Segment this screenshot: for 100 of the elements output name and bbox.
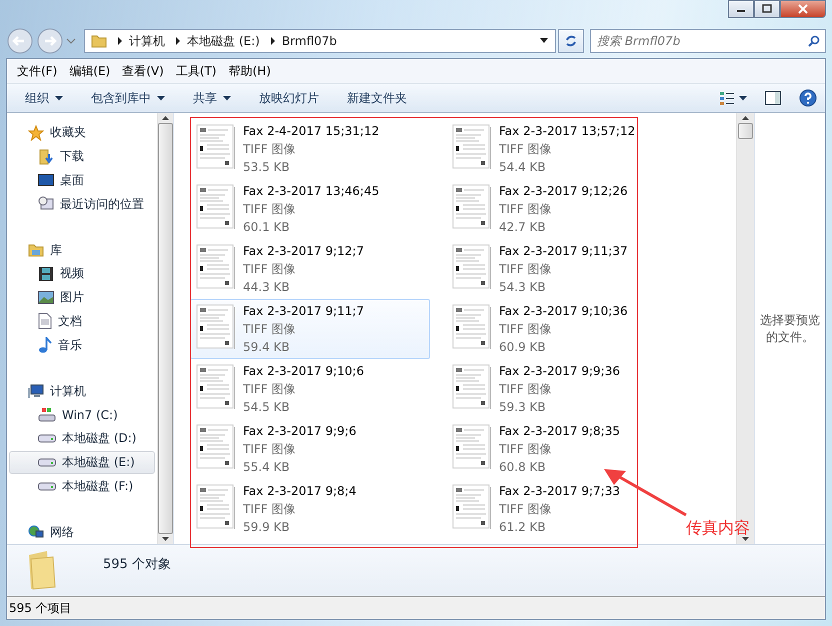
file-name: Fax 2-3-2017 9;10;36 bbox=[499, 303, 628, 320]
drive-icon bbox=[38, 434, 56, 444]
fax-page-thumbnail bbox=[451, 184, 491, 230]
breadcrumb-arrow-icon bbox=[175, 37, 181, 45]
toolbar-button[interactable]: 新建文件夹 bbox=[339, 86, 415, 110]
sidebar-item[interactable]: Win7 (C:) bbox=[9, 402, 155, 427]
maximize-icon bbox=[761, 4, 773, 14]
scroll-thumb[interactable] bbox=[738, 123, 753, 139]
file-item[interactable]: Fax 2-3-2017 9;9;6 TIFF 图像 55.4 KB bbox=[190, 419, 430, 479]
file-name: Fax 2-3-2017 13;57;12 bbox=[499, 123, 636, 140]
sidebar-group[interactable]: 计算机 bbox=[9, 379, 155, 403]
file-type: TIFF 图像 bbox=[243, 141, 296, 158]
sidebar-item[interactable]: 桌面 bbox=[9, 168, 155, 192]
fax-page-thumbnail bbox=[451, 304, 491, 350]
sidebar-item[interactable]: 音乐 bbox=[9, 333, 155, 358]
scroll-up-arrow-icon[interactable] bbox=[742, 116, 749, 120]
file-item[interactable]: Fax 2-3-2017 9;8;35 TIFF 图像 60.8 KB bbox=[446, 419, 686, 479]
toolbar-button[interactable]: 共享 bbox=[185, 86, 239, 110]
breadcrumb[interactable]: 本地磁盘 (E:) bbox=[187, 32, 260, 50]
file-item[interactable]: Fax 2-3-2017 13;57;12 TIFF 图像 54.4 KB bbox=[446, 119, 686, 179]
scroll-down-arrow-icon[interactable] bbox=[742, 537, 749, 541]
fax-page-thumbnail bbox=[195, 424, 235, 470]
folder-icon bbox=[91, 34, 107, 48]
toolbar-button[interactable]: 放映幻灯片 bbox=[251, 86, 327, 110]
scroll-up-arrow-icon[interactable] bbox=[162, 116, 169, 120]
file-item[interactable]: Fax 2-3-2017 9;9;36 TIFF 图像 59.3 KB bbox=[446, 359, 686, 419]
sidebar-item[interactable]: 本地磁盘 (E:) bbox=[9, 450, 155, 474]
history-caret-icon[interactable] bbox=[66, 37, 76, 45]
toolbar-button[interactable]: 包含到库中 bbox=[83, 86, 173, 110]
breadcrumb[interactable]: 计算机 bbox=[129, 32, 165, 50]
sidebar-item[interactable]: 图片 bbox=[9, 286, 155, 310]
search-field[interactable]: 搜索 Brmfl07b bbox=[590, 29, 826, 53]
file-item[interactable]: Fax 2-3-2017 9;12;26 TIFF 图像 42.7 KB bbox=[446, 179, 686, 239]
file-size: 59.4 KB bbox=[243, 339, 291, 356]
help-icon[interactable] bbox=[799, 89, 817, 107]
sidebar-item[interactable]: 最近访问的位置 bbox=[9, 192, 155, 216]
object-count: 595 个对象 bbox=[103, 556, 171, 573]
file-name: Fax 2-3-2017 9;12;7 bbox=[243, 243, 364, 260]
sidebar-item[interactable]: 视频 bbox=[9, 262, 155, 286]
sidebar-group[interactable]: 库 bbox=[9, 238, 155, 262]
close-icon bbox=[797, 4, 809, 14]
menu-item[interactable]: 查看(V) bbox=[118, 62, 172, 80]
sidebar-group[interactable]: 网络 bbox=[9, 520, 155, 544]
file-type: TIFF 图像 bbox=[499, 441, 552, 458]
forward-button[interactable] bbox=[36, 27, 64, 55]
menu-item[interactable]: 编辑(E) bbox=[65, 62, 118, 80]
file-item[interactable]: Fax 2-3-2017 9;12;7 TIFF 图像 44.3 KB bbox=[190, 239, 430, 299]
breadcrumb[interactable]: Brmfl07b bbox=[282, 34, 337, 48]
sidebar-item[interactable]: 本地磁盘 (F:) bbox=[9, 474, 155, 498]
search-icon bbox=[808, 35, 820, 47]
breadcrumb-arrow-icon bbox=[117, 37, 123, 45]
sidebar-item[interactable]: 文档 bbox=[9, 310, 155, 334]
breadcrumb-arrow-icon bbox=[270, 37, 276, 45]
fax-page-thumbnail bbox=[195, 484, 235, 530]
back-button[interactable] bbox=[6, 27, 34, 55]
menu-item[interactable]: 文件(F) bbox=[13, 62, 66, 80]
file-name: Fax 2-3-2017 9;7;33 bbox=[499, 483, 620, 500]
sidebar-group[interactable]: 收藏夹 bbox=[9, 121, 155, 145]
file-item[interactable]: Fax 2-3-2017 13;46;45 TIFF 图像 60.1 KB bbox=[190, 179, 430, 239]
file-item[interactable]: Fax 2-3-2017 9;10;6 TIFF 图像 54.5 KB bbox=[190, 359, 430, 419]
desktop-icon bbox=[38, 173, 54, 188]
file-item[interactable]: Fax 2-3-2017 9;11;7 TIFF 图像 59.4 KB bbox=[190, 299, 430, 359]
maximize-button[interactable] bbox=[754, 0, 780, 18]
view-options-icon[interactable] bbox=[719, 91, 735, 105]
toolbar-button[interactable]: 组织 bbox=[17, 86, 71, 110]
scroll-down-arrow-icon[interactable] bbox=[162, 537, 169, 541]
sidebar-item[interactable]: 本地磁盘 (D:) bbox=[9, 426, 155, 451]
menu-item[interactable]: 工具(T) bbox=[172, 62, 224, 80]
fax-page-thumbnail bbox=[195, 304, 235, 350]
minimize-button[interactable] bbox=[728, 0, 754, 18]
file-size: 55.4 KB bbox=[243, 459, 291, 476]
caret-icon[interactable] bbox=[739, 96, 747, 100]
file-type: TIFF 图像 bbox=[243, 501, 296, 518]
file-name: Fax 2-3-2017 13;46;45 bbox=[243, 183, 380, 200]
file-name: Fax 2-3-2017 9;8;4 bbox=[243, 483, 356, 500]
file-name: Fax 2-3-2017 9;9;36 bbox=[499, 363, 620, 380]
scrollbar[interactable] bbox=[736, 113, 754, 544]
file-item[interactable]: Fax 2-3-2017 9;10;36 TIFF 图像 60.9 KB bbox=[446, 299, 686, 359]
file-item[interactable]: Fax 2-4-2017 15;31;12 TIFF 图像 53.5 KB bbox=[190, 119, 430, 179]
dropdown-caret-icon[interactable] bbox=[539, 38, 549, 44]
file-item[interactable]: Fax 2-3-2017 9;8;4 TIFF 图像 59.9 KB bbox=[190, 479, 430, 539]
refresh-icon bbox=[564, 34, 578, 48]
preview-message: 选择要预览的文件。 bbox=[759, 312, 821, 346]
refresh-button[interactable] bbox=[558, 29, 584, 53]
sidebar-item[interactable]: 下载 bbox=[9, 144, 155, 169]
file-type: TIFF 图像 bbox=[499, 501, 552, 518]
document-icon bbox=[38, 313, 52, 330]
menu-item[interactable]: 帮助(H) bbox=[224, 62, 279, 80]
file-size: 59.9 KB bbox=[243, 519, 291, 536]
file-size: 42.7 KB bbox=[499, 219, 547, 236]
close-button[interactable] bbox=[780, 0, 826, 18]
file-size: 60.1 KB bbox=[243, 219, 291, 236]
preview-pane-icon[interactable] bbox=[765, 91, 781, 105]
fax-page-thumbnail bbox=[195, 124, 235, 170]
annotation-label: 传真内容 bbox=[686, 518, 750, 539]
network-icon bbox=[28, 524, 44, 540]
file-item[interactable]: Fax 2-3-2017 9;11;37 TIFF 图像 54.3 KB bbox=[446, 239, 686, 299]
address-bar[interactable]: 计算机 本地磁盘 (E:) Brmfl07b bbox=[84, 29, 556, 53]
file-item[interactable]: Fax 2-3-2017 9;7;33 TIFF 图像 61.2 KB bbox=[446, 479, 686, 539]
fax-page-thumbnail bbox=[195, 184, 235, 230]
